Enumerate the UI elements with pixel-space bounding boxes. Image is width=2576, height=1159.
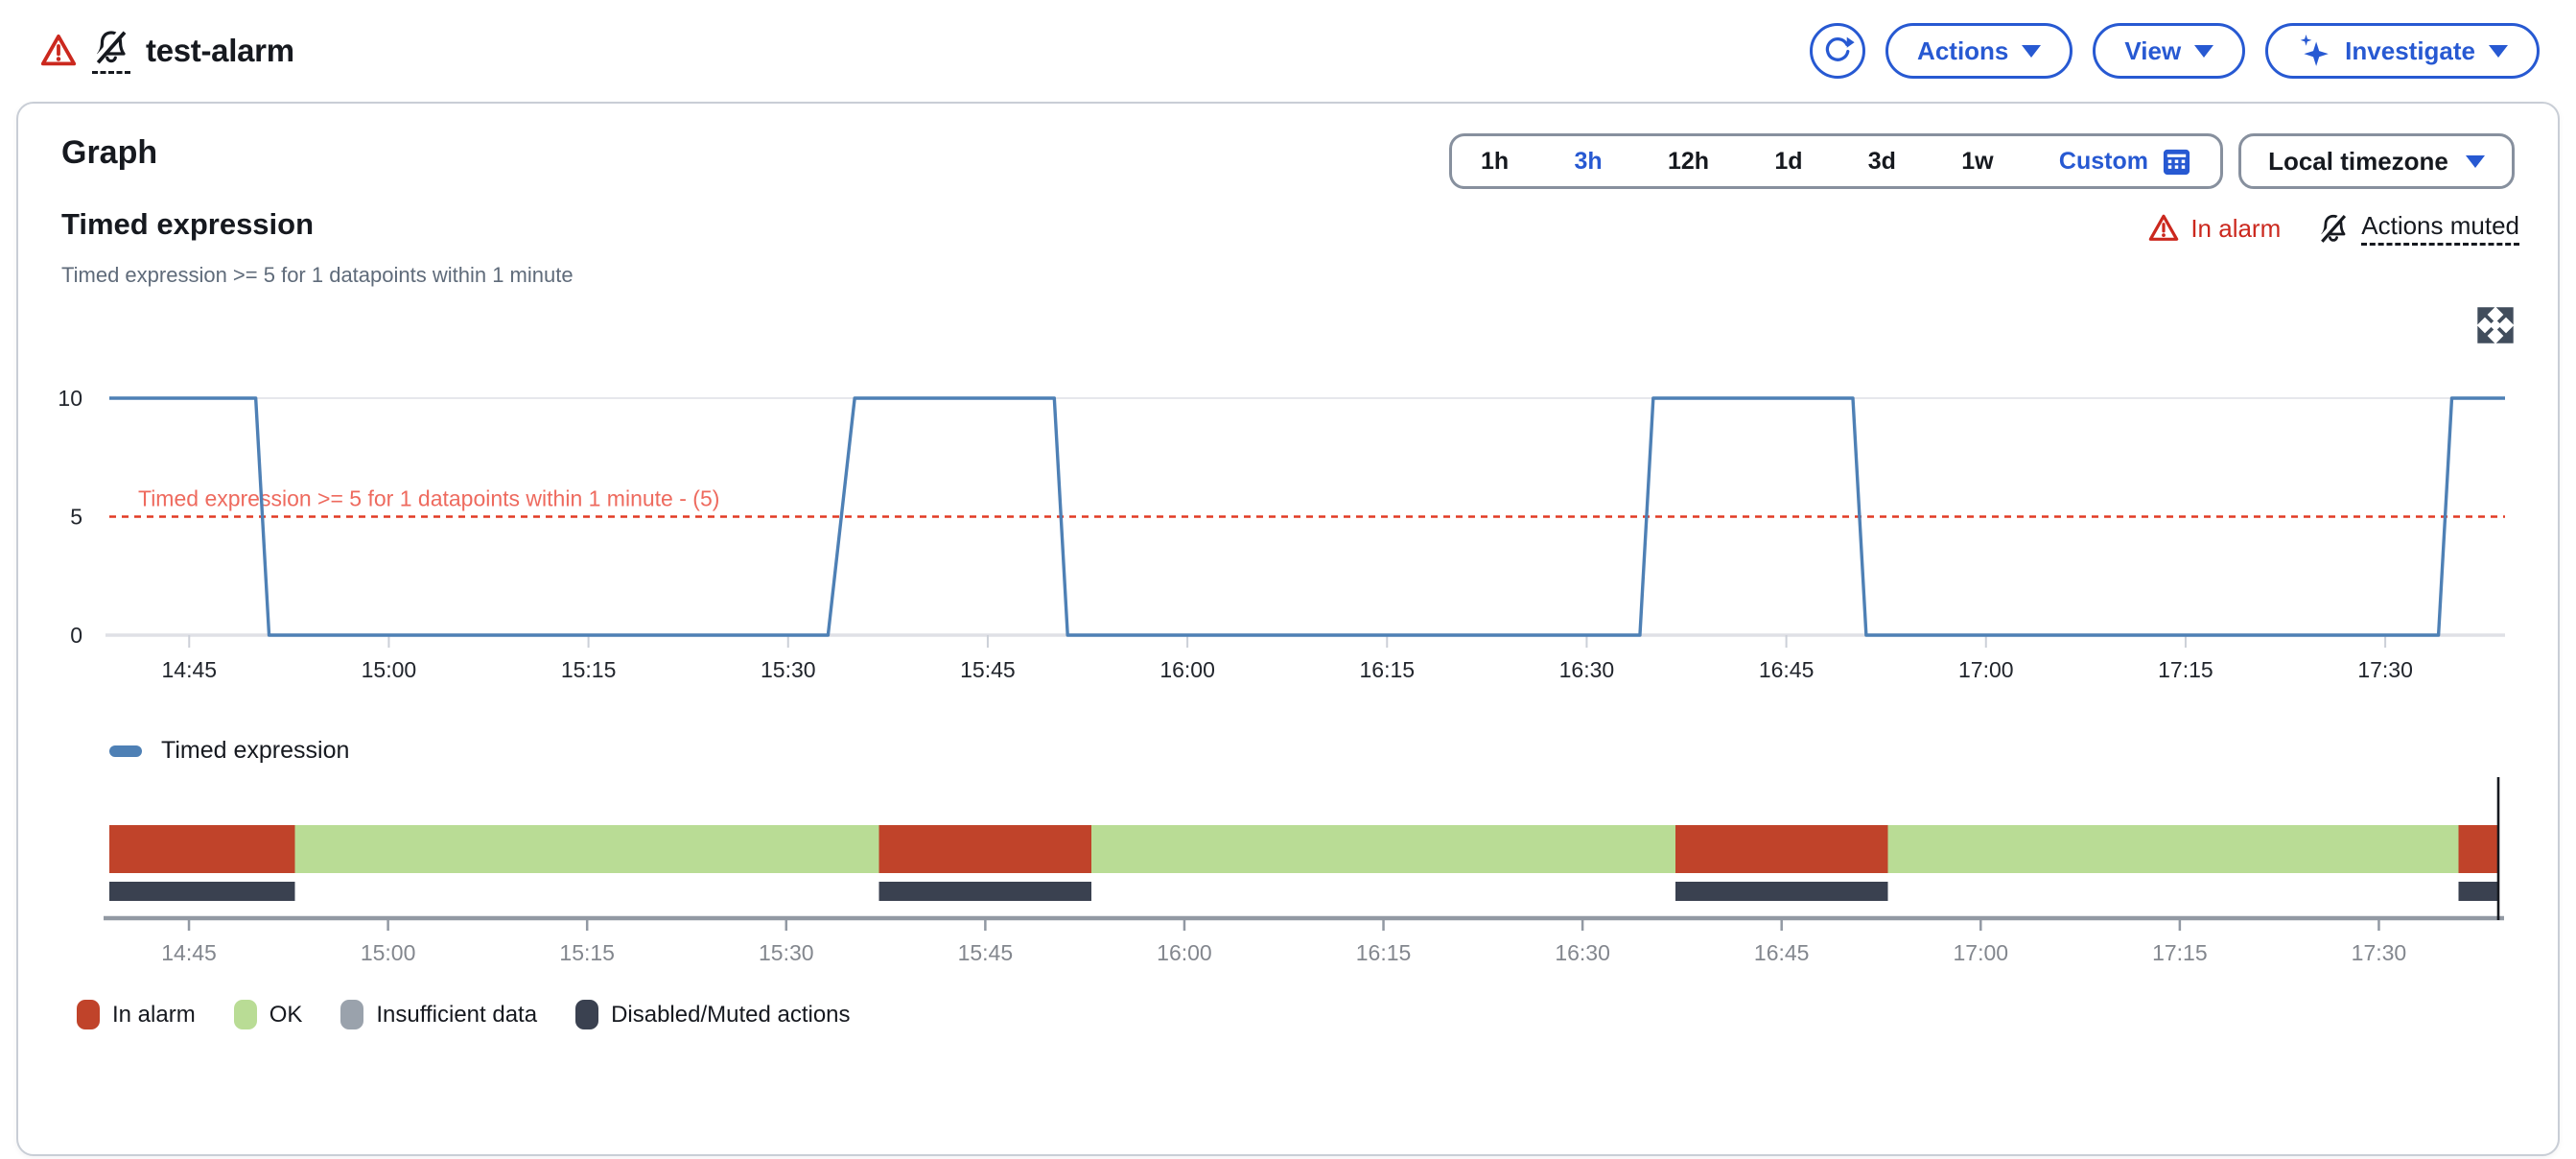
alarm-status-row: In alarm Actions muted: [2148, 211, 2519, 246]
svg-text:17:30: 17:30: [2357, 657, 2413, 682]
in-alarm-label: In alarm: [2190, 214, 2281, 244]
svg-text:15:15: 15:15: [561, 657, 617, 682]
actions-button-label: Actions: [1917, 36, 2008, 66]
time-range-bar: 1h 3h 12h 1d 3d 1w Custom: [1449, 133, 2515, 189]
refresh-button[interactable]: [1810, 23, 1865, 79]
range-1h[interactable]: 1h: [1481, 148, 1509, 176]
svg-text:16:45: 16:45: [1759, 657, 1815, 682]
svg-text:17:00: 17:00: [1958, 657, 2014, 682]
svg-text:16:00: 16:00: [1157, 940, 1212, 965]
range-custom[interactable]: Custom: [2059, 147, 2191, 177]
page: test-alarm Actions View: [0, 0, 2576, 1159]
svg-text:15:30: 15:30: [761, 657, 816, 682]
legend-label: In alarm: [112, 1002, 196, 1029]
svg-text:16:45: 16:45: [1754, 940, 1810, 965]
in-alarm-swatch: [77, 1000, 100, 1029]
chevron-down-icon: [2466, 155, 2485, 168]
svg-text:14:45: 14:45: [161, 657, 217, 682]
panel-title: Graph: [61, 134, 157, 172]
muted-actions-swatch: [575, 1000, 598, 1029]
svg-text:15:00: 15:00: [362, 657, 417, 682]
svg-text:0: 0: [70, 623, 82, 648]
alarm-condition: Timed expression >= 5 for 1 datapoints w…: [61, 263, 574, 288]
timezone-label: Local timezone: [2268, 147, 2448, 177]
legend-label: OK: [269, 1002, 303, 1029]
svg-text:16:15: 16:15: [1356, 940, 1412, 965]
view-button[interactable]: View: [2093, 23, 2245, 79]
ok-swatch: [234, 1000, 257, 1029]
svg-text:17:00: 17:00: [1954, 940, 2009, 965]
legend-item-in-alarm: In alarm: [77, 1000, 196, 1029]
time-range-control: 1h 3h 12h 1d 3d 1w Custom: [1449, 133, 2223, 189]
legend-label: Disabled/Muted actions: [611, 1002, 850, 1029]
series-color-pill: [109, 745, 142, 757]
refresh-icon: [1820, 34, 1855, 68]
actions-button[interactable]: Actions: [1885, 23, 2073, 79]
svg-text:15:00: 15:00: [361, 940, 416, 965]
alarm-title-group: test-alarm: [40, 0, 294, 102]
legend-item-insufficient-data: Insufficient data: [340, 1000, 537, 1029]
range-12h[interactable]: 12h: [1668, 148, 1709, 176]
svg-text:15:15: 15:15: [559, 940, 615, 965]
page-title: test-alarm: [146, 33, 294, 69]
range-1w[interactable]: 1w: [1961, 148, 1993, 176]
metric-title: Timed expression: [61, 207, 314, 242]
svg-text:17:30: 17:30: [2352, 940, 2407, 965]
actions-muted-label: Actions muted: [2361, 211, 2519, 246]
investigate-button-label: Investigate: [2345, 36, 2475, 66]
legend-label: Insufficient data: [376, 1002, 537, 1029]
svg-text:15:45: 15:45: [958, 940, 1014, 965]
fullscreen-icon: [2475, 334, 2516, 348]
calendar-icon: [2162, 147, 2191, 177]
alarm-warning-icon: [40, 33, 77, 69]
svg-text:17:15: 17:15: [2158, 657, 2213, 682]
range-3h[interactable]: 3h: [1574, 148, 1602, 176]
svg-text:15:30: 15:30: [759, 940, 814, 965]
svg-text:16:30: 16:30: [1559, 657, 1615, 682]
sparkle-icon: [2297, 34, 2331, 68]
series-legend[interactable]: Timed expression: [109, 737, 349, 765]
svg-text:16:15: 16:15: [1359, 657, 1415, 682]
state-legend: In alarm OK Insufficient data Disabled/M…: [77, 1000, 851, 1029]
top-actions: Actions View Investigate: [1810, 23, 2540, 79]
chevron-down-icon: [2022, 45, 2041, 58]
range-1d[interactable]: 1d: [1774, 148, 1802, 176]
chevron-down-icon: [2194, 45, 2213, 58]
actions-muted-status[interactable]: Actions muted: [2317, 211, 2519, 246]
bell-slash-icon: [2317, 212, 2350, 245]
timeseries-svg: 14:45 15:00 15:15 15:30 15:45 16:00 16:15 16:30…: [50, 374, 2515, 705]
svg-text:16:30: 16:30: [1555, 940, 1610, 965]
custom-label: Custom: [2059, 148, 2148, 176]
alarm-warning-icon: [2148, 213, 2179, 244]
svg-text:10: 10: [58, 386, 82, 411]
svg-text:15:45: 15:45: [960, 657, 1016, 682]
expand-chart-button[interactable]: [2473, 303, 2517, 347]
view-button-label: View: [2124, 36, 2181, 66]
investigate-button[interactable]: Investigate: [2265, 23, 2540, 79]
legend-item-muted-actions: Disabled/Muted actions: [575, 1000, 850, 1029]
in-alarm-status: In alarm: [2148, 213, 2281, 244]
legend-item-ok: OK: [234, 1000, 303, 1029]
timezone-selector[interactable]: Local timezone: [2238, 133, 2515, 189]
state-strip-svg: 14:45 15:00 15:15 15:30 15:45 16:00 16:15 16:30…: [50, 769, 2515, 971]
insufficient-data-swatch: [340, 1000, 363, 1029]
graph-panel: Graph 1h 3h 12h 1d 3d 1w Custom: [16, 102, 2560, 1156]
svg-text:Timed expression >= 5 for 1 da: Timed expression >= 5 for 1 datapoints w…: [138, 486, 719, 511]
svg-text:17:15: 17:15: [2152, 940, 2208, 965]
svg-text:14:45: 14:45: [161, 940, 217, 965]
chevron-down-icon: [2489, 45, 2508, 58]
range-3d[interactable]: 3d: [1868, 148, 1896, 176]
svg-text:16:00: 16:00: [1159, 657, 1215, 682]
svg-text:5: 5: [70, 505, 82, 530]
actions-muted-bell-icon[interactable]: [92, 28, 130, 74]
series-legend-label: Timed expression: [161, 737, 349, 765]
top-bar: test-alarm Actions View: [0, 0, 2576, 102]
